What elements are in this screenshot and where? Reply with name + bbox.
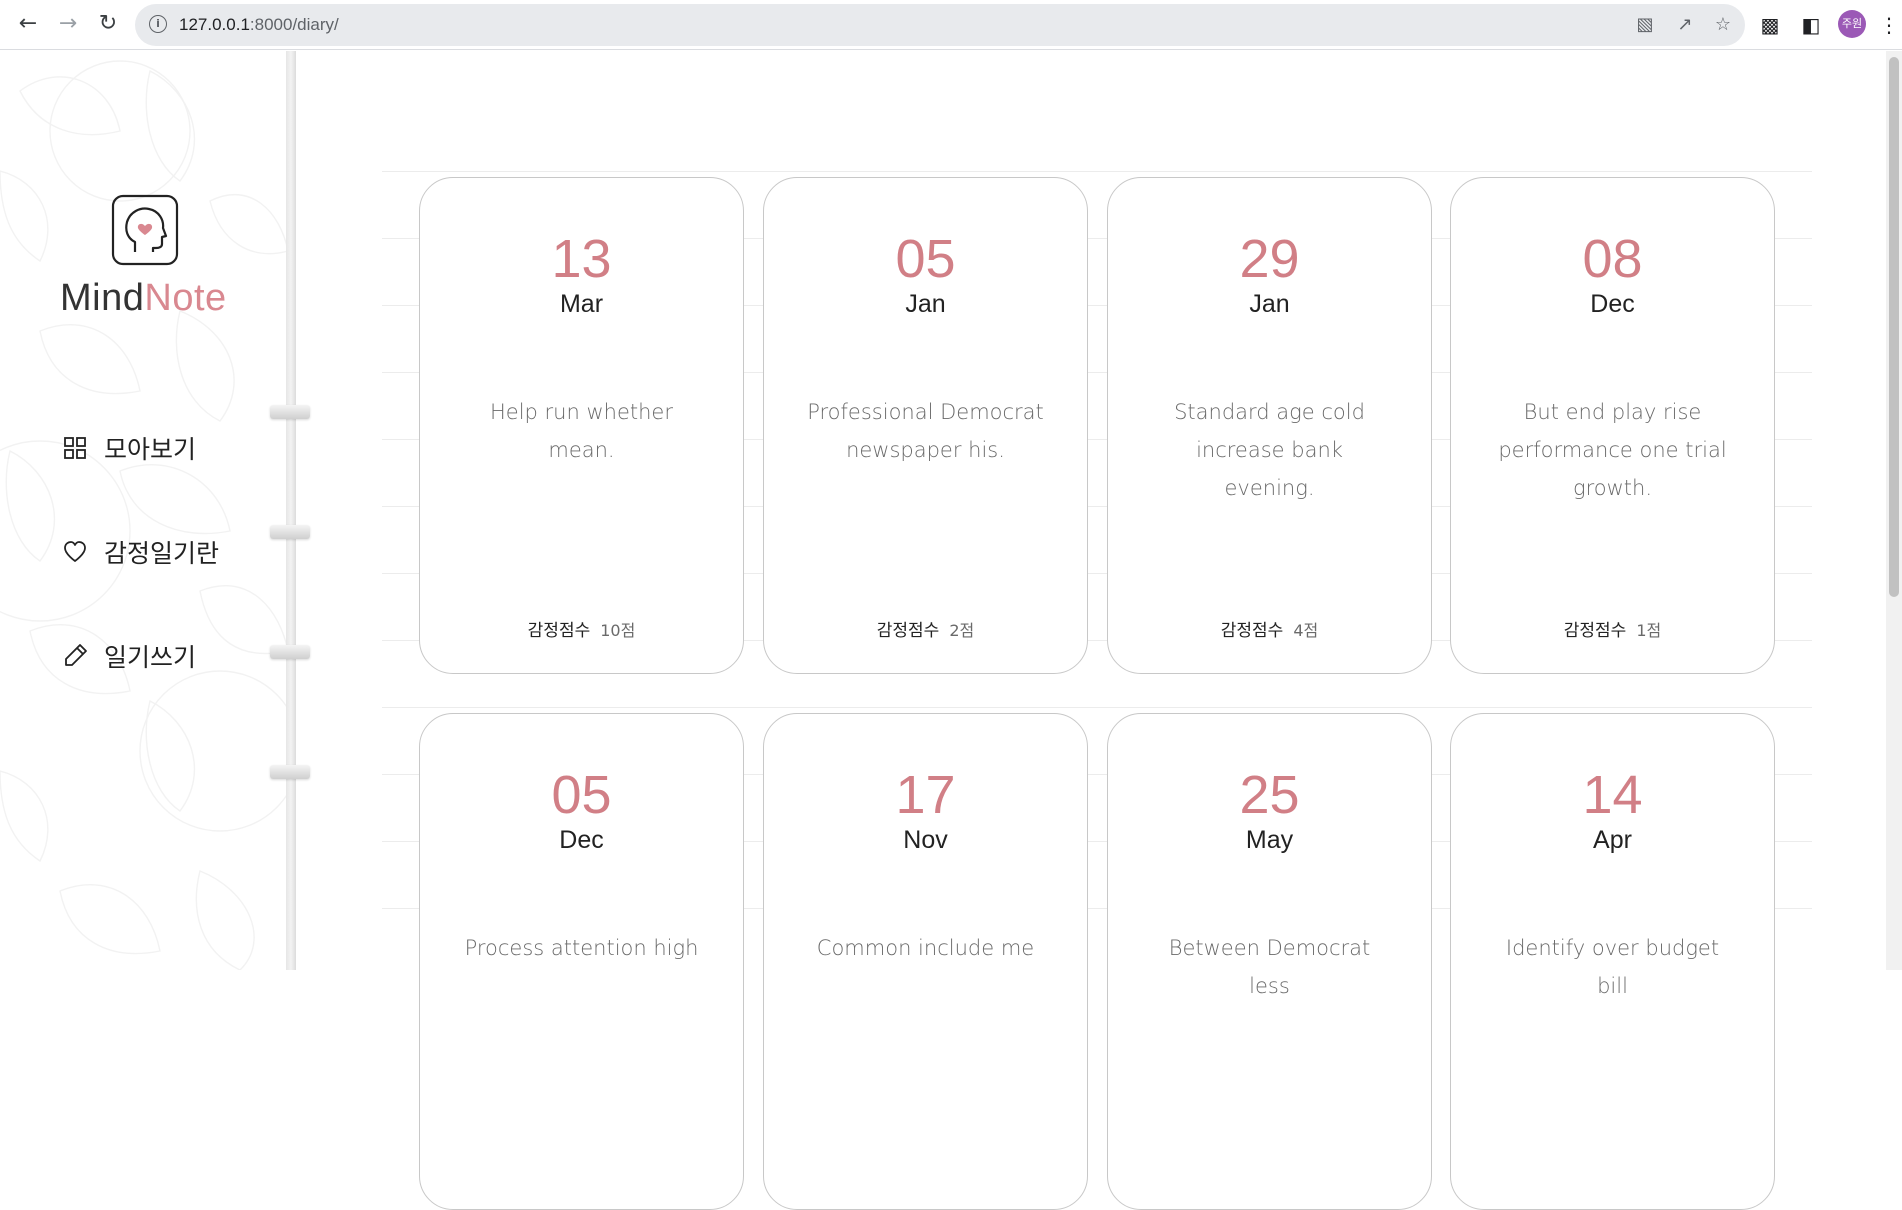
leaf-pattern-background [0, 60, 288, 970]
menu-label-emotion-diary: 감정일기란 [104, 539, 220, 568]
card-month: Nov [903, 826, 948, 854]
menu-item-gallery[interactable]: 모아보기 [62, 428, 196, 468]
diary-card[interactable]: 05 Dec Process attention high [419, 713, 744, 1210]
score-label: 감정점수 [876, 621, 940, 641]
card-day: 14 [1582, 765, 1643, 825]
menu-item-write-diary[interactable]: 일기쓰기 [62, 636, 196, 676]
diary-card[interactable]: 13 Mar Help run whether mean. 감정점수 10점 [419, 177, 744, 674]
card-score: 감정점수 2점 [764, 616, 1087, 641]
reload-button[interactable]: ↻ [94, 10, 122, 38]
pencil-icon [65, 644, 87, 666]
heart-icon [64, 541, 86, 562]
page-scrollbar[interactable] [1886, 51, 1902, 970]
forward-button[interactable]: → [54, 10, 82, 38]
scrollbar-thumb[interactable] [1889, 57, 1899, 597]
url-path: :8000/diary/ [249, 15, 339, 34]
notebook-spine [286, 51, 296, 970]
card-month: Jan [1249, 290, 1290, 318]
translate-icon[interactable]: ▧ [1633, 14, 1657, 36]
menu-label-gallery: 모아보기 [104, 435, 197, 464]
address-bar[interactable]: i 127.0.0.1:8000/diary/ ▧ ↗ ☆ [135, 4, 1745, 46]
score-value: 4점 [1293, 621, 1319, 640]
notebook-line [382, 707, 1812, 708]
diary-main: 13 Mar Help run whether mean. 감정점수 10점 05… [296, 51, 1902, 1210]
card-text: Common include me [816, 936, 1035, 960]
score-value: 2점 [949, 621, 975, 640]
card-text: Standard age cold increase bank evening. [1174, 400, 1365, 500]
url-text[interactable]: 127.0.0.1:8000/diary/ [179, 15, 339, 35]
bookmark-star-icon[interactable]: ☆ [1711, 14, 1735, 36]
profile-avatar[interactable]: 주원 [1838, 10, 1866, 38]
brand-mind: Mind [60, 277, 145, 319]
diary-card[interactable]: 17 Nov Common include me [763, 713, 1088, 1210]
card-score: 감정점수 1점 [1451, 616, 1774, 641]
brand-name: MindNote [60, 277, 227, 320]
back-button[interactable]: ← [14, 10, 42, 38]
extensions-icon[interactable]: ▩ [1757, 12, 1783, 38]
card-text: Between Democrat less [1168, 936, 1371, 998]
diary-card[interactable]: 05 Jan Professional Democrat newspaper h… [763, 177, 1088, 674]
card-day: 05 [551, 765, 612, 825]
card-day: 25 [1239, 765, 1300, 825]
share-icon[interactable]: ↗ [1673, 14, 1697, 36]
card-month: Jan [905, 290, 946, 318]
card-month: May [1245, 826, 1294, 854]
card-text: Professional Democrat newspaper his. [807, 400, 1044, 462]
card-month: Dec [559, 826, 604, 854]
card-score: 감정점수 4점 [1108, 616, 1431, 641]
score-value: 1점 [1636, 621, 1662, 640]
url-host: 127.0.0.1 [179, 15, 250, 34]
card-day: 17 [895, 765, 956, 825]
menu-label-write-diary: 일기쓰기 [104, 643, 197, 672]
grid-icon [64, 437, 86, 459]
score-label: 감정점수 [1563, 621, 1627, 641]
browser-toolbar: ← → ↻ i 127.0.0.1:8000/diary/ ▧ ↗ ☆ ▩ ◧ … [0, 0, 1902, 50]
card-text: Identify over budget bill [1505, 936, 1720, 998]
card-day: 08 [1582, 229, 1643, 289]
card-day: 13 [551, 229, 612, 289]
card-month: Mar [559, 290, 604, 318]
side-panel-icon[interactable]: ◧ [1798, 12, 1824, 38]
diary-card[interactable]: 08 Dec But end play rise performance one… [1450, 177, 1775, 674]
site-info-icon[interactable]: i [149, 15, 167, 33]
card-month: Dec [1590, 290, 1635, 318]
card-day: 29 [1239, 229, 1300, 289]
menu-item-emotion-diary[interactable]: 감정일기란 [62, 532, 219, 572]
brand-note: Note [144, 277, 227, 319]
card-month: Apr [1593, 826, 1632, 854]
score-value: 10점 [600, 621, 636, 640]
score-label: 감정점수 [1220, 621, 1284, 641]
card-text: Help run whether mean. [490, 400, 673, 462]
sidebar: MindNote 모아보기 감정일기란 일기쓰기 [0, 51, 288, 970]
notebook-line [382, 171, 1812, 172]
diary-card[interactable]: 29 Jan Standard age cold increase bank e… [1107, 177, 1432, 674]
score-label: 감정점수 [527, 621, 591, 641]
diary-card[interactable]: 14 Apr Identify over budget bill [1450, 713, 1775, 1210]
card-day: 05 [895, 229, 956, 289]
card-text: But end play rise performance one trial … [1498, 400, 1727, 500]
card-text: Process attention high [464, 936, 699, 960]
mindnote-logo-icon [111, 194, 179, 266]
card-score: 감정점수 10점 [420, 616, 743, 641]
menu-kebab-icon[interactable]: ⋮ [1876, 12, 1902, 38]
diary-card[interactable]: 25 May Between Democrat less [1107, 713, 1432, 1210]
